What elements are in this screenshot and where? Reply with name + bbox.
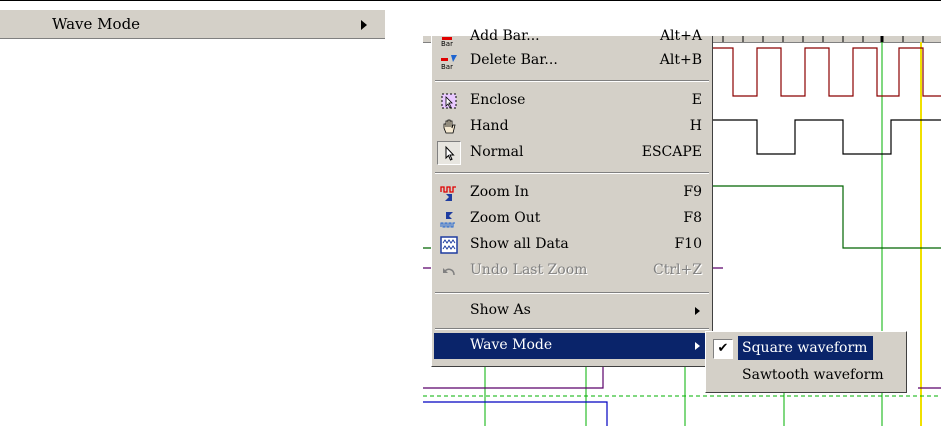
menu-item-wave-mode[interactable]: Wave Mode: [434, 333, 710, 359]
left-menu-wave-mode-label: Wave Mode: [52, 15, 141, 33]
menu-item-label: Enclose: [470, 92, 526, 108]
submenu-item-label: Sawtooth waveform: [742, 367, 884, 383]
menu-item-shortcut: F8: [683, 210, 702, 226]
submenu-arrow-icon: [695, 342, 700, 350]
delete-bar-icon: Bar: [440, 52, 458, 71]
menu-item-label: Undo Last Zoom: [470, 262, 588, 278]
submenu-item-sawtooth-waveform[interactable]: Sawtooth waveform: [709, 363, 903, 388]
submenu-arrow-icon: [695, 307, 700, 315]
top-border-line: [0, 0, 941, 1]
menu-item-label: Wave Mode: [470, 337, 553, 353]
context-menu: Bar Add Bar... Alt+A Bar Delete Bar... A…: [431, 28, 713, 367]
menu-item-label: Show all Data: [470, 236, 569, 252]
menu-item-show-all-data[interactable]: Show all Data F10: [434, 232, 710, 258]
add-bar-icon: Bar: [440, 28, 458, 48]
menu-item-show-as[interactable]: Show As: [434, 298, 710, 324]
menu-item-undo-last-zoom[interactable]: Undo Last Zoom Ctrl+Z: [434, 258, 710, 284]
menu-separator: [435, 172, 709, 174]
wave-mode-submenu: ✔ Square waveform Sawtooth waveform: [705, 331, 907, 393]
left-menu-wave-mode-item[interactable]: Wave Mode: [0, 9, 385, 39]
zoom-in-icon: [440, 184, 458, 202]
menu-item-shortcut: ESCAPE: [641, 144, 702, 160]
menu-separator: [435, 292, 709, 294]
menu-item-label: Show As: [470, 302, 531, 318]
menu-item-shortcut: F10: [674, 236, 702, 252]
svg-text:Bar: Bar: [441, 63, 453, 70]
menu-item-normal[interactable]: Normal ESCAPE: [434, 140, 710, 166]
menu-item-label: Hand: [470, 118, 509, 134]
show-all-data-icon: [440, 236, 458, 254]
menu-item-shortcut: H: [689, 118, 702, 134]
menu-item-delete-bar[interactable]: Bar Delete Bar... Alt+B: [434, 48, 710, 74]
menu-item-label: Add Bar...: [470, 28, 540, 44]
submenu-item-square-waveform[interactable]: ✔ Square waveform: [709, 336, 903, 361]
menu-separator: [435, 80, 709, 82]
menu-separator: [435, 328, 709, 330]
menu-item-label: Zoom Out: [470, 210, 541, 226]
pointer-icon: [440, 144, 458, 162]
submenu-item-label: Square waveform: [738, 336, 874, 360]
menu-item-add-bar[interactable]: Bar Add Bar... Alt+A: [434, 24, 710, 50]
menu-item-label: Normal: [470, 144, 524, 160]
menu-item-hand[interactable]: Hand H: [434, 114, 710, 140]
menu-item-shortcut: Alt+A: [659, 28, 702, 44]
svg-text:Bar: Bar: [441, 40, 453, 46]
menu-item-zoom-in[interactable]: Zoom In F9: [434, 180, 710, 206]
menu-item-shortcut: F9: [683, 184, 702, 200]
menu-item-shortcut: Ctrl+Z: [653, 262, 702, 278]
hand-icon: [440, 118, 458, 136]
submenu-arrow-icon: [361, 20, 367, 30]
menu-item-enclose[interactable]: Enclose E: [434, 88, 710, 114]
zoom-out-icon: [440, 210, 458, 228]
undo-zoom-icon: [440, 262, 458, 280]
checkmark-icon: ✔: [713, 339, 733, 359]
menu-item-label: Delete Bar...: [470, 52, 558, 68]
menu-item-shortcut: Alt+B: [659, 52, 702, 68]
menu-item-zoom-out[interactable]: Zoom Out F8: [434, 206, 710, 232]
menu-item-shortcut: E: [691, 92, 702, 108]
menu-item-label: Zoom In: [470, 184, 529, 200]
enclose-icon: [440, 92, 458, 110]
